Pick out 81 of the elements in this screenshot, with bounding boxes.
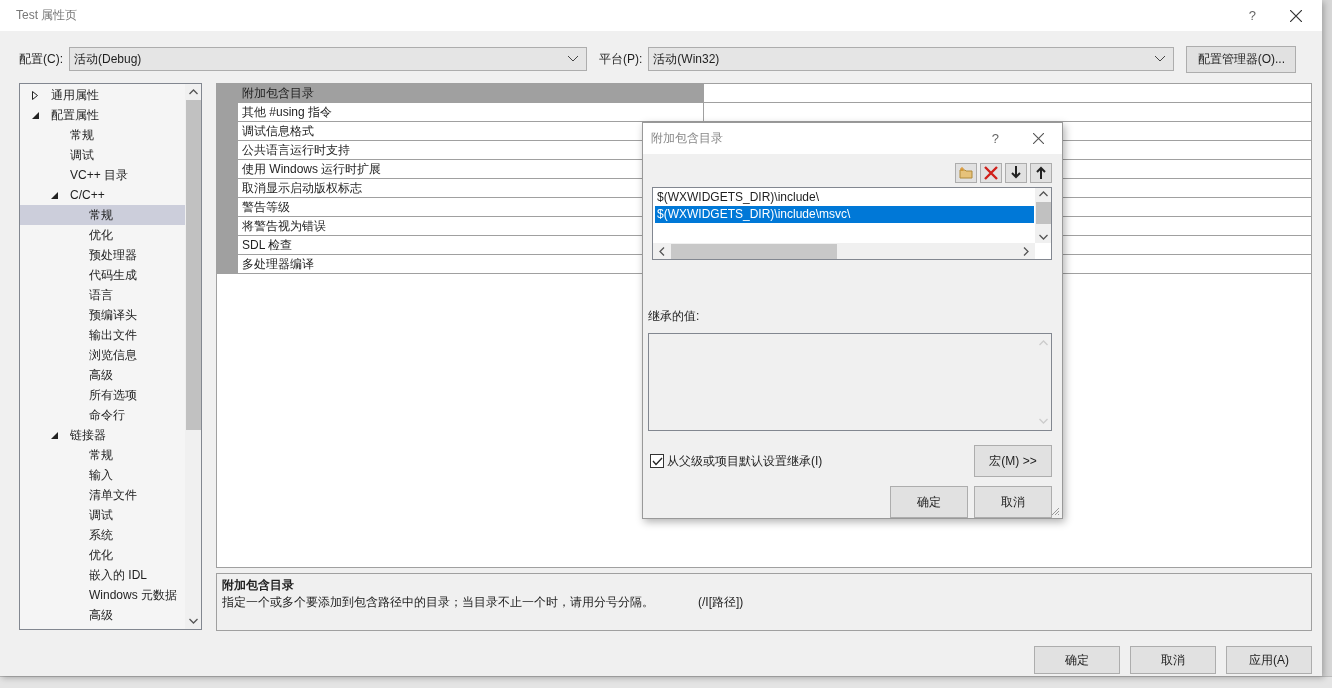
tree-item[interactable]: 常规 bbox=[20, 205, 185, 225]
tree-item[interactable]: 清单文件 bbox=[20, 485, 185, 505]
tree-item[interactable]: 优化 bbox=[20, 225, 185, 245]
tree-item[interactable]: 链接器 bbox=[20, 425, 185, 445]
chevron-down-icon bbox=[568, 56, 578, 62]
chevron-down-icon bbox=[1038, 418, 1048, 424]
arrow-down-icon[interactable] bbox=[1005, 162, 1027, 183]
tree-item[interactable]: 所有选项 bbox=[20, 385, 185, 405]
description-title: 附加包含目录 bbox=[222, 577, 295, 594]
chevron-right-icon[interactable] bbox=[1023, 246, 1029, 256]
chevron-down-icon bbox=[1155, 56, 1166, 62]
expanded-arrow-icon[interactable] bbox=[51, 431, 58, 439]
directory-entry[interactable]: $(WXWIDGETS_DIR)\include\ bbox=[655, 188, 1034, 206]
tree-item[interactable]: 系统 bbox=[20, 525, 185, 545]
chevron-up-icon bbox=[1038, 340, 1048, 347]
tree-item[interactable]: 输入 bbox=[20, 465, 185, 485]
tree-item[interactable]: 优化 bbox=[20, 545, 185, 565]
dialog-button[interactable]: 确定 bbox=[1034, 646, 1120, 674]
property-name: 多处理器编译 bbox=[242, 257, 314, 271]
command-line-text: (/I[路径]) bbox=[698, 594, 744, 611]
tree-item[interactable]: 嵌入的 IDL bbox=[20, 565, 185, 585]
tree-item[interactable]: VC++ 目录 bbox=[20, 165, 185, 185]
property-name: 警告等级 bbox=[242, 200, 290, 214]
tree-item[interactable]: C/C++ bbox=[20, 185, 185, 205]
chevron-down-icon[interactable] bbox=[188, 618, 198, 624]
property-name: SDL 检查 bbox=[242, 238, 293, 252]
horizontal-scrollbar[interactable] bbox=[653, 243, 1035, 260]
tree-item[interactable]: 预编译头 bbox=[20, 305, 185, 325]
macros-button[interactable]: 宏(M) >> bbox=[974, 445, 1052, 477]
help-button[interactable]: ? bbox=[1248, 8, 1256, 23]
property-name: 使用 Windows 运行时扩展 bbox=[242, 162, 382, 176]
property-name: 将警告视为错误 bbox=[242, 219, 326, 233]
resize-grip-icon[interactable] bbox=[1051, 507, 1060, 516]
tree-item[interactable]: 常规 bbox=[20, 445, 185, 465]
tree-item[interactable]: 浏览信息 bbox=[20, 345, 185, 365]
description-text: 指定一个或多个要添加到包含路径中的目录；当目录不止一个时，请用分号分隔。 bbox=[222, 594, 654, 611]
dialog-button[interactable]: 取消 bbox=[974, 486, 1052, 518]
tree-item[interactable]: 语言 bbox=[20, 285, 185, 305]
vertical-scrollbar[interactable] bbox=[1035, 187, 1051, 244]
chevron-left-icon[interactable] bbox=[659, 246, 665, 256]
chevron-up-icon[interactable] bbox=[1038, 190, 1048, 197]
configuration-manager-button[interactable]: 配置管理器(O)... bbox=[1186, 45, 1297, 73]
tree-item[interactable]: 配置属性 bbox=[20, 105, 185, 125]
tree-item[interactable]: 代码生成 bbox=[20, 265, 185, 285]
chevron-down-icon[interactable] bbox=[1038, 234, 1048, 241]
checkmark-icon[interactable] bbox=[651, 456, 663, 466]
chevron-up-icon[interactable] bbox=[188, 89, 198, 95]
close-icon[interactable] bbox=[1033, 132, 1044, 144]
dialog-button[interactable]: 确定 bbox=[890, 486, 968, 518]
arrow-up-icon[interactable] bbox=[1030, 162, 1052, 183]
platform-label: 平台(P): bbox=[599, 50, 643, 68]
tree-item[interactable]: Windows 元数据 bbox=[20, 585, 185, 605]
config-dropdown[interactable]: 活动(Debug) bbox=[69, 47, 587, 71]
expanded-arrow-icon[interactable] bbox=[51, 191, 58, 199]
property-name: 公共语言运行时支持 bbox=[242, 143, 350, 157]
property-name: 取消显示启动版权标志 bbox=[242, 181, 362, 195]
tree-item[interactable]: 高级 bbox=[20, 365, 185, 385]
tree-item[interactable]: 通用属性 bbox=[20, 85, 185, 105]
window-title: Test 属性页 bbox=[16, 7, 79, 24]
delete-icon[interactable] bbox=[980, 162, 1002, 183]
expanded-arrow-icon[interactable] bbox=[32, 111, 39, 119]
tree-item[interactable]: 常规 bbox=[20, 125, 185, 145]
tree-item[interactable]: 高级 bbox=[20, 605, 185, 625]
collapsed-arrow-icon[interactable] bbox=[32, 90, 38, 100]
dialog-button[interactable]: 应用(A) bbox=[1226, 646, 1312, 674]
platform-dropdown[interactable]: 活动(Win32) bbox=[648, 47, 1175, 71]
close-icon[interactable] bbox=[1290, 9, 1302, 22]
vertical-scrollbar[interactable] bbox=[185, 84, 201, 629]
inherit-checkbox[interactable]: 从父级或项目默认设置继承(I) bbox=[650, 452, 823, 470]
tree-item[interactable]: 命令行 bbox=[20, 405, 185, 425]
tree-item[interactable]: 输出文件 bbox=[20, 325, 185, 345]
property-name: 调试信息格式 bbox=[242, 124, 314, 138]
tree-item[interactable]: 预处理器 bbox=[20, 245, 185, 265]
inherited-values-label: 继承的值: bbox=[648, 308, 701, 326]
property-name: 其他 #using 指令 bbox=[242, 105, 333, 119]
tree-item[interactable]: 调试 bbox=[20, 145, 185, 165]
tree-item[interactable]: 调试 bbox=[20, 505, 185, 525]
directory-entry[interactable]: $(WXWIDGETS_DIR)\include\msvc\ bbox=[655, 205, 1034, 223]
config-label: 配置(C): bbox=[19, 50, 63, 68]
dialog-button[interactable]: 取消 bbox=[1130, 646, 1216, 674]
property-name: 附加包含目录 bbox=[242, 86, 314, 100]
